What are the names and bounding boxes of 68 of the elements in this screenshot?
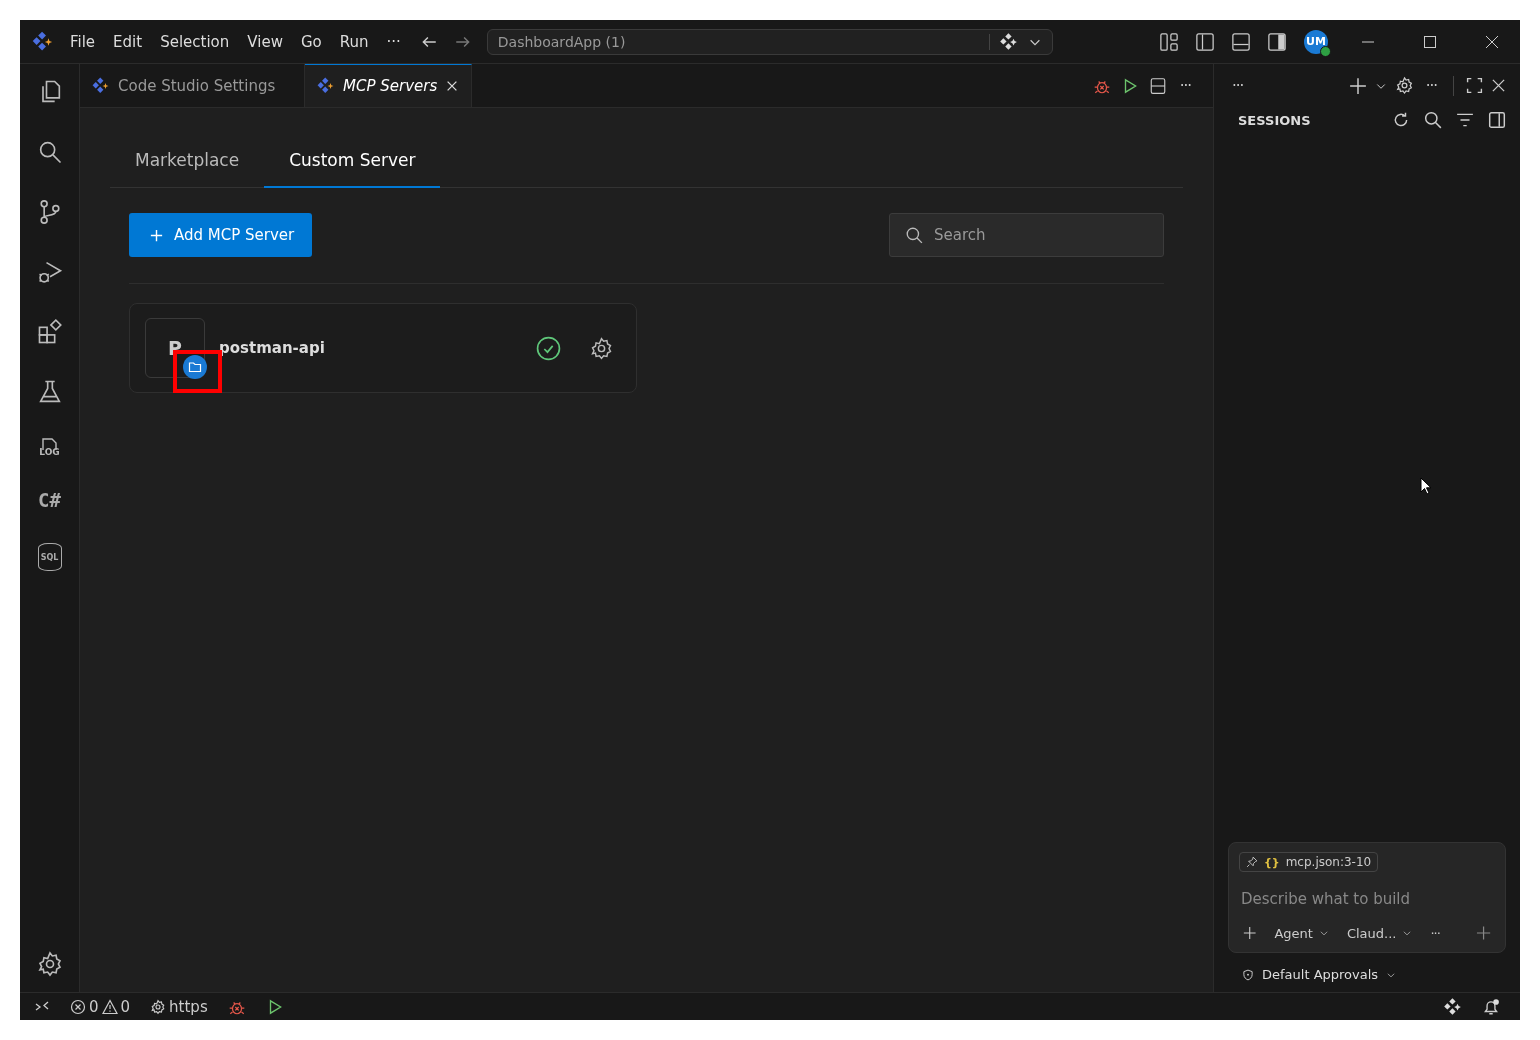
sparkle-icon[interactable]: [999, 32, 1018, 51]
fullscreen-icon[interactable]: [1466, 77, 1483, 94]
error-count[interactable]: 0: [89, 997, 99, 1016]
plus-icon: [149, 227, 164, 243]
plus-icon[interactable]: [1243, 925, 1257, 941]
refresh-icon[interactable]: [1392, 111, 1410, 129]
warning-icon[interactable]: [101, 998, 118, 1015]
secondary-sidebar-icon[interactable]: [1267, 31, 1287, 52]
plus-icon[interactable]: [1475, 924, 1491, 942]
command-center[interactable]: DashboardApp (1): [486, 28, 1053, 55]
layout-icon[interactable]: [1159, 31, 1179, 52]
close-icon[interactable]: [1491, 78, 1506, 93]
more-actions[interactable]: ···: [1430, 925, 1440, 941]
context-chip[interactable]: {} mcp.json:3-10: [1239, 852, 1379, 872]
app-logo-icon: [32, 30, 54, 53]
page-tab[interactable]: Marketplace: [110, 138, 265, 188]
warning-count[interactable]: 0: [120, 997, 131, 1016]
folder-icon: [183, 355, 207, 379]
settings-icon[interactable]: [1394, 76, 1414, 95]
tab-label: MCP Servers: [343, 77, 438, 95]
more-menu[interactable]: ···: [382, 30, 405, 53]
chevron-down-icon: [1318, 928, 1329, 938]
sparkle-icon[interactable]: [1444, 997, 1462, 1016]
search-icon: [905, 226, 923, 244]
avatar[interactable]: UM: [1304, 29, 1328, 54]
notification-bell-icon[interactable]: [1482, 997, 1500, 1016]
model-dropdown[interactable]: Claud...: [1346, 925, 1413, 941]
sessions-title: SESSIONS: [1238, 112, 1311, 128]
approvals-dropdown[interactable]: Default Approvals: [1228, 953, 1506, 982]
command-center-text: DashboardApp (1): [497, 33, 627, 50]
tab-label: Code Studio Settings: [118, 76, 276, 95]
more-actions[interactable]: ···: [1228, 76, 1248, 95]
maximize-icon[interactable]: [1422, 33, 1438, 50]
database-icon[interactable]: SQL: [37, 543, 62, 571]
filter-icon[interactable]: [1456, 111, 1474, 129]
add-server-button[interactable]: Add MCP Server: [129, 213, 313, 257]
page-tab[interactable]: Custom Server: [264, 138, 441, 188]
editor-tab[interactable]: MCP Servers: [305, 64, 473, 107]
menu-item[interactable]: View: [243, 30, 287, 53]
settings-icon[interactable]: [150, 998, 167, 1015]
chat-input-field[interactable]: Describe what to build: [1239, 890, 1495, 908]
split-editor-icon[interactable]: [1148, 76, 1167, 95]
shield-icon: [1242, 968, 1254, 981]
panel-toggle-icon[interactable]: [1231, 31, 1251, 52]
app-logo-icon: [92, 76, 110, 95]
app-logo-icon: [317, 77, 335, 95]
search-field[interactable]: Search: [889, 213, 1164, 257]
server-name: postman-api: [219, 339, 325, 357]
mouse-cursor-icon: [1420, 476, 1432, 495]
panel-toggle-icon[interactable]: [1488, 111, 1506, 129]
chevron-down-icon: [1402, 928, 1413, 938]
csharp-icon[interactable]: C#: [38, 489, 61, 511]
search-icon[interactable]: [1424, 111, 1442, 129]
menu-item[interactable]: File: [66, 30, 100, 53]
close-icon[interactable]: [1484, 33, 1500, 50]
menu-item[interactable]: Edit: [109, 30, 147, 53]
menu-item[interactable]: Go: [296, 30, 326, 53]
more-actions[interactable]: ···: [1421, 76, 1441, 95]
settings-icon[interactable]: [589, 335, 614, 361]
mode-dropdown[interactable]: Agent: [1274, 925, 1329, 941]
more-actions[interactable]: ···: [1171, 76, 1199, 95]
plus-icon[interactable]: [1348, 76, 1367, 95]
error-icon[interactable]: [70, 998, 86, 1015]
sidebar-toggle-icon[interactable]: [1195, 31, 1215, 52]
status-label[interactable]: https: [169, 997, 208, 1016]
menu-item[interactable]: Selection: [156, 30, 234, 53]
pin-icon: [1246, 856, 1258, 868]
menu-item[interactable]: Run: [335, 30, 373, 53]
